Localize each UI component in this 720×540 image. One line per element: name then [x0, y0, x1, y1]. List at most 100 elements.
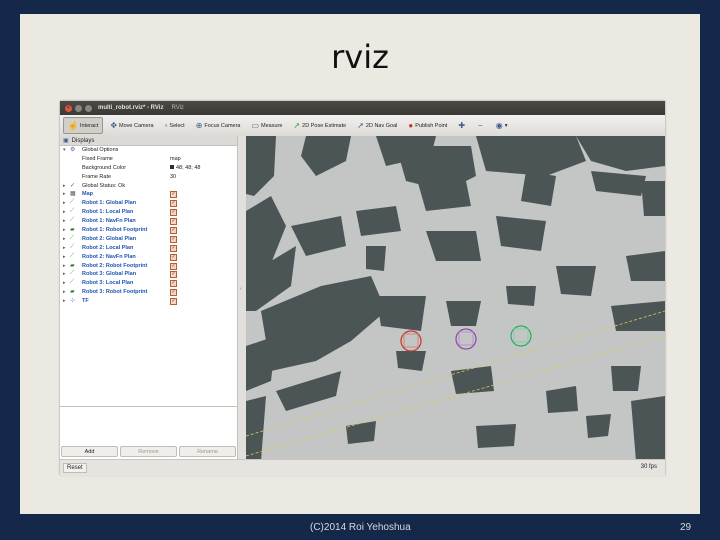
expand-arrow-icon[interactable]: ▸ [63, 280, 66, 286]
expand-arrow-icon[interactable]: ▸ [63, 245, 66, 251]
displays-tree: ▾ ⚙ Global Options Fixed Frame map Backg… [60, 146, 237, 306]
display-item-row[interactable]: ▸ ⟋ Robot 2: Global Plan ✓ [60, 235, 237, 244]
display-item-row[interactable]: ▸ ▰ Robot 1: Robot Footprint ✓ [60, 226, 237, 235]
status-bar: Reset 30 fps [60, 459, 665, 476]
tree-row-frame-rate[interactable]: Frame Rate 30 [60, 173, 237, 182]
expand-arrow-icon[interactable]: ▸ [63, 271, 66, 277]
fixed-frame-value[interactable]: map [170, 156, 181, 162]
display-item-label: Robot 3: Global Plan [82, 271, 137, 278]
expand-arrow-icon[interactable]: ▸ [63, 263, 66, 269]
display-item-row[interactable]: ▸ ⟋ Robot 1: NavFn Plan ✓ [60, 217, 237, 226]
enabled-checkbox[interactable]: ✓ [170, 235, 177, 243]
expand-arrow-icon[interactable]: ▸ [63, 209, 66, 215]
tool-measure[interactable]: ▭ Measure [247, 118, 286, 133]
path-icon: ⟋ [70, 279, 75, 286]
expand-arrow-icon[interactable]: ▸ [63, 236, 66, 242]
display-item-label: Robot 1: Robot Footprint [82, 227, 148, 234]
expand-arrow-icon[interactable]: ▸ [63, 298, 66, 304]
tool-remove-menu[interactable]: − [474, 118, 489, 133]
display-item-row[interactable]: ▸ ⟋ Robot 1: Local Plan ✓ [60, 208, 237, 217]
rename-display-button[interactable]: Rename [179, 446, 236, 457]
enabled-checkbox[interactable]: ✓ [170, 218, 177, 226]
enabled-checkbox[interactable]: ✓ [170, 289, 177, 297]
check-status-icon: ✓ [70, 182, 76, 189]
enabled-checkbox[interactable]: ✓ [170, 298, 177, 306]
enabled-checkbox[interactable]: ✓ [170, 262, 177, 270]
display-item-row[interactable]: ▸ ▰ Robot 3: Robot Footprint ✓ [60, 288, 237, 297]
display-item-row[interactable]: ▸ ⟋ Robot 3: Global Plan ✓ [60, 270, 237, 279]
display-item-row[interactable]: ▸ ▦ Map ✓ [60, 190, 237, 199]
minus-icon: − [478, 121, 483, 130]
select-icon: ▫ [164, 121, 168, 130]
displays-panel-header: ▣ Displays [60, 136, 237, 146]
expand-arrow-icon[interactable]: ▾ [63, 147, 66, 153]
reset-button[interactable]: Reset [63, 463, 87, 473]
enabled-checkbox[interactable]: ✓ [170, 280, 177, 288]
expand-arrow-icon[interactable]: ▸ [63, 218, 66, 224]
expand-arrow-icon[interactable]: ▸ [63, 191, 66, 197]
display-item-row[interactable]: ▸ ⟋ Robot 2: NavFn Plan ✓ [60, 253, 237, 262]
focus-camera-icon: ⊕ [195, 121, 203, 130]
path-icon: ⟋ [70, 208, 75, 215]
expand-arrow-icon[interactable]: ▸ [63, 200, 66, 206]
display-item-row[interactable]: ▸ ⊹ TF ✓ [60, 297, 237, 306]
tool-select[interactable]: ▫ Select [161, 118, 189, 133]
minimize-window-button[interactable] [75, 104, 82, 112]
expand-arrow-icon[interactable]: ▸ [63, 289, 66, 295]
display-item-label: Robot 3: Robot Footprint [82, 289, 148, 296]
tool-move-camera[interactable]: ✥ Move Camera [106, 118, 157, 133]
tool-interact[interactable]: ☝ Interact [63, 117, 104, 134]
tool-add-menu[interactable]: ✚ [454, 118, 471, 133]
enabled-checkbox[interactable]: ✓ [170, 209, 177, 217]
publish-point-icon: ● [408, 121, 414, 130]
enabled-checkbox[interactable]: ✓ [170, 253, 177, 261]
tool-camera-menu[interactable]: ◉ ▾ [492, 118, 512, 133]
tree-row-global-options[interactable]: ▾ ⚙ Global Options [60, 146, 237, 155]
enabled-checkbox[interactable]: ✓ [170, 200, 177, 208]
tree-row-fixed-frame[interactable]: Fixed Frame map [60, 155, 237, 164]
displays-buttons: Add Remove Rename [60, 444, 237, 459]
occupancy-map[interactable] [246, 136, 665, 461]
display-item-row[interactable]: ▸ ⟋ Robot 1: Global Plan ✓ [60, 199, 237, 208]
window-app-name: RViz [171, 105, 184, 111]
color-swatch [170, 165, 174, 170]
enabled-checkbox[interactable]: ✓ [170, 271, 177, 279]
polygon-icon: ▰ [70, 227, 75, 234]
tool-2d-pose-estimate[interactable]: ➚ 2D Pose Estimate [289, 118, 350, 133]
expand-arrow-icon[interactable]: ▸ [63, 227, 66, 233]
display-item-row[interactable]: ▸ ▰ Robot 2: Robot Footprint ✓ [60, 262, 237, 271]
polygon-icon: ▰ [70, 289, 75, 296]
display-item-label: Robot 1: Global Plan [82, 200, 137, 207]
frame-rate-value[interactable]: 30 [170, 174, 176, 180]
window-title: multi_robot.rviz* - RViz [98, 105, 164, 111]
enabled-checkbox[interactable]: ✓ [170, 227, 177, 235]
display-items-list: ▸ ▦ Map ✓ ▸ ⟋ Robot 1: Global Plan ✓ ▸ ⟋ Robot 1: … [60, 190, 237, 306]
display-item-label: Robot 2: Global Plan [82, 235, 137, 242]
chevron-down-icon: ▾ [504, 122, 508, 129]
enabled-checkbox[interactable]: ✓ [170, 191, 177, 199]
expand-arrow-icon[interactable]: ▸ [63, 254, 66, 260]
enabled-checkbox[interactable]: ✓ [170, 244, 177, 252]
fps-readout: 30 fps [640, 464, 657, 470]
scroll-handle-icon[interactable]: ‹ [240, 286, 243, 292]
add-display-button[interactable]: Add [61, 446, 118, 457]
tree-row-background-color[interactable]: Background Color 48; 48; 48 [60, 164, 237, 173]
remove-display-button[interactable]: Remove [120, 446, 177, 457]
tool-publish-point[interactable]: ● Publish Point [404, 118, 451, 133]
tree-row-global-status[interactable]: ▸ ✓ Global Status: Ok [60, 182, 237, 191]
display-item-row[interactable]: ▸ ⟋ Robot 2: Local Plan ✓ [60, 244, 237, 253]
expand-arrow-icon[interactable]: ▸ [63, 183, 66, 189]
tool-2d-nav-goal[interactable]: ➚ 2D Nav Goal [353, 118, 401, 133]
maximize-window-button[interactable] [85, 104, 92, 112]
displays-scrollbar[interactable]: ‹ [237, 136, 246, 461]
background-color-value[interactable]: 48; 48; 48 [170, 165, 200, 171]
gear-icon: ⚙ [70, 147, 76, 153]
3d-viewport[interactable] [246, 136, 665, 461]
display-item-row[interactable]: ▸ ⟋ Robot 3: Local Plan ✓ [60, 279, 237, 288]
move-camera-icon: ✥ [110, 121, 118, 130]
tool-focus-camera[interactable]: ⊕ Focus Camera [192, 118, 245, 133]
slide-page-number: 29 [680, 522, 692, 533]
path-icon: ⟋ [70, 234, 75, 241]
close-window-button[interactable]: ✕ [65, 104, 72, 112]
display-item-label: Robot 2: NavFn Plan [82, 253, 136, 260]
